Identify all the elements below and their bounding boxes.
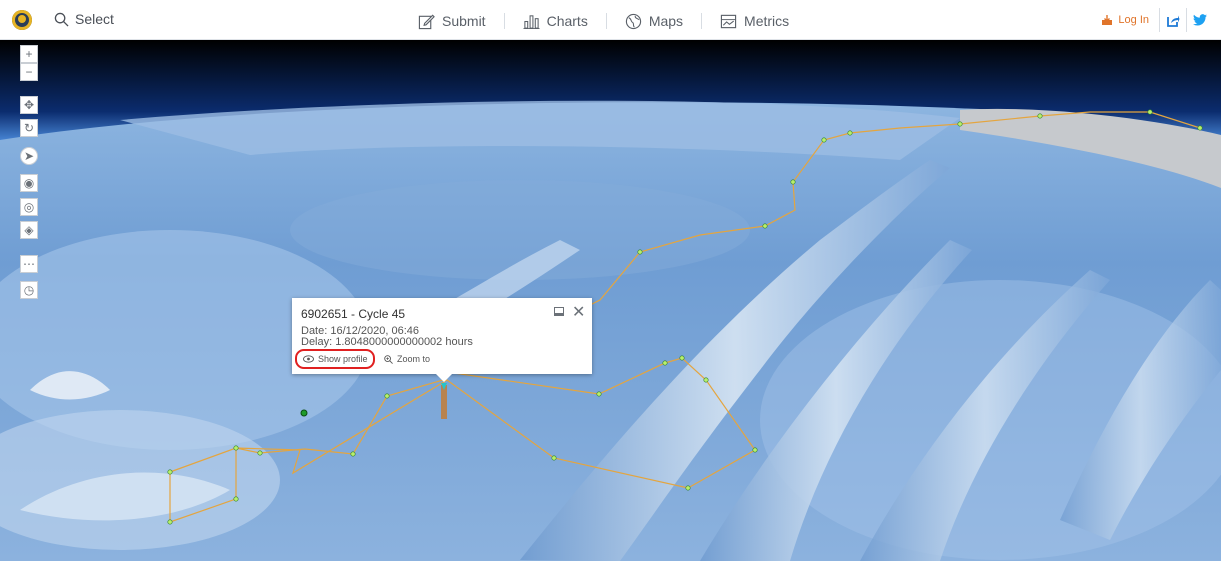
globe-icon [625, 13, 641, 29]
pan-button[interactable]: ✥ [20, 96, 38, 114]
pan-icon: ✥ [23, 98, 35, 112]
eye-button[interactable]: ◉ [20, 174, 38, 192]
nav-maps-label: Maps [648, 13, 684, 29]
show-profile-button[interactable]: Show profile [303, 354, 368, 364]
close-icon[interactable]: ✕ [572, 302, 585, 322]
more-icon: ⋯ [23, 257, 35, 271]
nav-maps[interactable]: Maps [607, 13, 701, 30]
layers-button[interactable]: ◈ [20, 221, 38, 239]
more-button[interactable]: ⋯ [20, 255, 38, 273]
zoom-to-label: Zoom to [397, 354, 431, 364]
layers-icon: ◈ [24, 223, 34, 237]
metrics-icon [720, 14, 737, 28]
login-icon [1102, 15, 1113, 25]
float-marker[interactable] [300, 409, 308, 417]
app-header: Select Submit Charts Maps Metrics Log In [0, 0, 1221, 40]
popup-delay: Delay: 1.8048000000000002 hours [301, 336, 473, 348]
login-button[interactable]: Log In [1091, 8, 1160, 32]
twitter-icon [1193, 14, 1207, 26]
zoom-out-button[interactable]: − [20, 63, 38, 81]
share-icon [1166, 15, 1179, 27]
zoom-to-button[interactable]: Zoom to [384, 354, 430, 364]
nav-submit[interactable]: Submit [400, 13, 504, 30]
nav-charts-label: Charts [546, 13, 588, 29]
login-label: Log In [1118, 14, 1149, 26]
nav-metrics[interactable]: Metrics [702, 13, 807, 30]
profile-popup: 6902651 - Cycle 45 ✕ Date: 16/12/2020, 0… [292, 298, 592, 382]
search-icon [54, 12, 69, 27]
time-button[interactable]: ◷ [20, 281, 38, 299]
share-button[interactable] [1160, 8, 1187, 32]
selected-profile-bar[interactable] [441, 385, 447, 419]
header-actions: Log In [1091, 8, 1213, 32]
edit-icon [418, 14, 435, 29]
show-profile-label: Show profile [318, 354, 368, 364]
twitter-button[interactable] [1187, 8, 1213, 32]
select-label: Select [75, 11, 114, 27]
nav-charts[interactable]: Charts [505, 13, 606, 30]
dock-icon[interactable] [554, 307, 564, 316]
nav-submit-label: Submit [442, 13, 486, 29]
daylight-icon: ◎ [23, 200, 35, 214]
compass-icon: ➤ [23, 149, 35, 163]
terrain-scene [0, 40, 1221, 561]
zoom-icon [384, 354, 393, 364]
rotate-button[interactable]: ↻ [20, 119, 38, 137]
compass-button[interactable]: ➤ [20, 147, 38, 165]
main-nav: Submit Charts Maps Metrics [400, 10, 807, 32]
popup-title: 6902651 - Cycle 45 [301, 307, 406, 321]
bar-chart-icon [523, 14, 540, 29]
daylight-button[interactable]: ◎ [20, 198, 38, 216]
zoom-in-button[interactable]: + [20, 45, 38, 63]
eye-icon: ◉ [23, 176, 35, 190]
select-button[interactable]: Select [54, 11, 114, 27]
app-logo[interactable] [12, 10, 32, 30]
nav-metrics-label: Metrics [744, 13, 790, 29]
rotate-icon: ↻ [23, 121, 35, 135]
clock-icon: ◷ [23, 283, 35, 297]
eye-icon [303, 355, 314, 363]
map-view[interactable] [0, 40, 1221, 561]
